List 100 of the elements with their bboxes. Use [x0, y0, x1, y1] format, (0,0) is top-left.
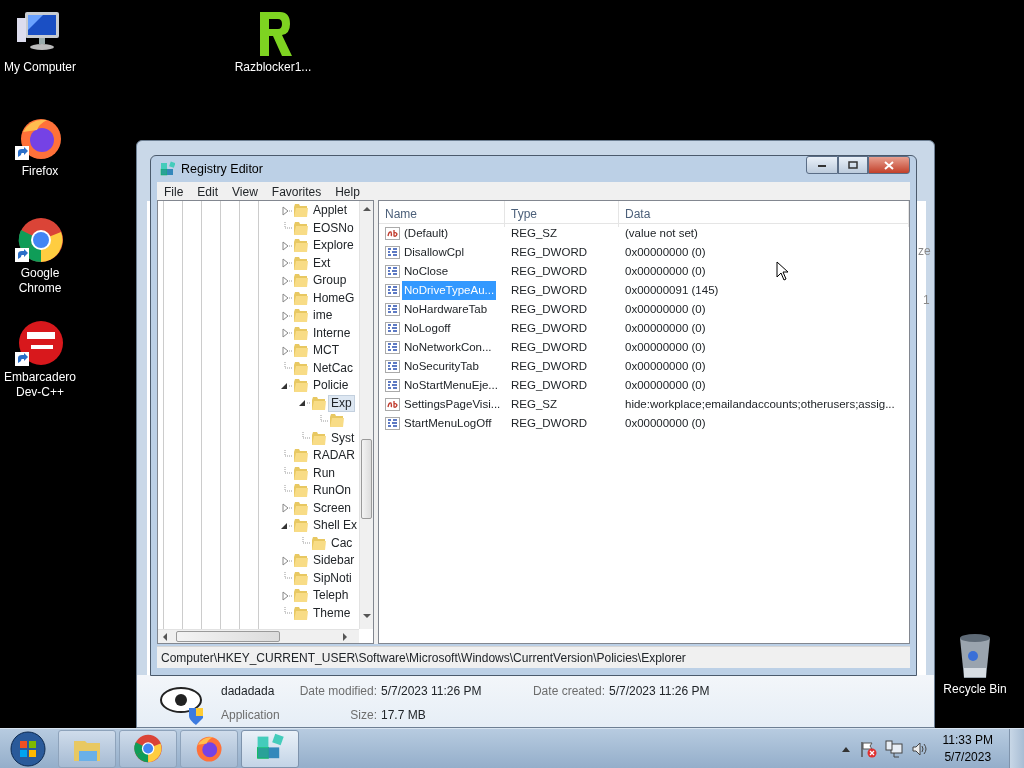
value-name[interactable]: (Default): [402, 224, 451, 244]
scrollbar[interactable]: [158, 629, 359, 643]
icon-label[interactable]: My Computer: [4, 60, 76, 75]
minimize-button[interactable]: [806, 156, 838, 174]
minimize-icon: [817, 162, 827, 168]
tree-item[interactable]: HomeG: [311, 290, 357, 306]
network-icon[interactable]: [884, 739, 903, 758]
tree-item[interactable]: Interne: [311, 325, 353, 341]
scroll-down-icon[interactable]: [363, 613, 371, 619]
folder-icon[interactable]: [293, 325, 309, 341]
icon-label[interactable]: Embarcadero Dev-C++: [0, 370, 80, 400]
value-name[interactable]: NoHardwareTab: [402, 300, 490, 320]
icon-label[interactable]: Recycle Bin: [943, 682, 1007, 697]
folder-icon[interactable]: [293, 255, 309, 271]
expand-icon[interactable]: [280, 257, 292, 270]
folder-icon[interactable]: [293, 343, 309, 359]
value-name[interactable]: SettingsPageVisi...: [402, 395, 503, 415]
menu-item[interactable]: View: [225, 182, 265, 200]
folder-icon[interactable]: [293, 483, 309, 499]
icon-label[interactable]: Firefox: [21, 164, 59, 179]
folder-icon[interactable]: [293, 448, 309, 464]
binary-value-icon: [385, 359, 400, 375]
maximize-button[interactable]: [838, 156, 868, 174]
expand-icon[interactable]: [280, 344, 292, 357]
expand-icon[interactable]: [280, 589, 292, 602]
tree-item[interactable]: RunOn: [311, 483, 354, 499]
tree-item[interactable]: Shell Ex: [311, 518, 359, 534]
start-button[interactable]: [8, 728, 48, 768]
scroll-up-icon[interactable]: [363, 206, 371, 212]
expand-icon[interactable]: [280, 274, 292, 287]
value-name[interactable]: StartMenuLogOff: [402, 414, 494, 434]
folder-icon[interactable]: [293, 605, 309, 621]
tree-item[interactable]: EOSNo: [311, 220, 356, 236]
folder-icon[interactable]: [293, 203, 309, 219]
tree-item[interactable]: Group: [311, 273, 349, 289]
maximize-icon: [848, 161, 858, 169]
expand-icon[interactable]: [280, 204, 292, 217]
folder-icon[interactable]: [293, 220, 309, 236]
close-button[interactable]: [868, 156, 910, 174]
expand-icon[interactable]: [280, 554, 292, 567]
menu-item[interactable]: Favorites: [264, 182, 329, 200]
flag-icon[interactable]: [858, 739, 877, 758]
tree-item[interactable]: Cac: [329, 535, 355, 551]
tree-item[interactable]: Ext: [311, 255, 333, 271]
taskbar-button[interactable]: [180, 729, 238, 768]
tree-item[interactable]: NetCac: [311, 360, 355, 376]
tree-item[interactable]: Screen: [311, 500, 354, 516]
folder-icon[interactable]: [293, 290, 309, 306]
taskbar-button[interactable]: [58, 729, 116, 768]
folder-icon[interactable]: [293, 465, 309, 481]
show-desktop-button[interactable]: [1009, 728, 1024, 768]
value-name[interactable]: DisallowCpl: [402, 243, 467, 263]
folder-icon[interactable]: [293, 308, 309, 324]
tree-item[interactable]: Applet: [311, 203, 350, 219]
tree-item[interactable]: RADAR: [311, 448, 357, 464]
folder-icon[interactable]: [311, 535, 327, 551]
tree-item[interactable]: SipNoti: [311, 570, 354, 586]
folder-icon[interactable]: [293, 588, 309, 604]
scroll-right-icon[interactable]: [342, 633, 348, 641]
value-name[interactable]: NoStartMenuEje...: [402, 376, 500, 396]
tree-item[interactable]: MCT: [311, 343, 341, 359]
column-header[interactable]: Data: [619, 201, 909, 227]
tree-item[interactable]: Sidebar: [311, 553, 357, 569]
folder-icon[interactable]: [293, 570, 309, 586]
value-name[interactable]: NoClose: [402, 262, 451, 282]
folder-icon[interactable]: [311, 430, 327, 446]
tree-item[interactable]: ime: [311, 308, 335, 324]
menu-item[interactable]: Help: [328, 182, 367, 200]
expand-icon[interactable]: [280, 239, 292, 252]
value-name[interactable]: NoLogoff: [402, 319, 453, 339]
tree-item[interactable]: Teleph: [311, 588, 351, 604]
scrollbar[interactable]: [359, 201, 373, 629]
icon-label[interactable]: Razblocker1...: [234, 60, 312, 75]
value-name[interactable]: NoNetworkCon...: [402, 338, 494, 358]
folder-icon[interactable]: [293, 273, 309, 289]
folder-icon[interactable]: [293, 238, 309, 254]
expand-icon[interactable]: [280, 502, 292, 515]
menu-item[interactable]: Edit: [190, 182, 226, 200]
tree-item[interactable]: Explore: [311, 238, 356, 254]
tree-item[interactable]: Syst: [329, 430, 357, 446]
value-type: REG_DWORD: [511, 264, 588, 279]
folder-icon[interactable]: [293, 553, 309, 569]
scroll-thumb[interactable]: [361, 439, 372, 519]
expand-icon[interactable]: [280, 327, 292, 340]
tree-item[interactable]: Theme: [311, 605, 353, 621]
menu-item[interactable]: File: [157, 182, 191, 200]
folder-icon[interactable]: [329, 413, 345, 429]
scroll-thumb[interactable]: [176, 631, 280, 642]
clock[interactable]: 11:33 PM 5/7/2023: [942, 731, 993, 766]
icon-label[interactable]: Google Chrome: [0, 266, 80, 296]
tree-item[interactable]: Policie: [311, 378, 351, 394]
tree-item[interactable]: Exp: [329, 395, 354, 411]
expand-icon[interactable]: [280, 292, 292, 305]
expand-icon[interactable]: [280, 309, 292, 322]
taskbar-button[interactable]: [119, 729, 177, 768]
taskbar-button[interactable]: [241, 729, 299, 768]
tree-item[interactable]: Run: [311, 465, 337, 481]
column-header[interactable]: Type: [505, 201, 619, 227]
scroll-left-icon[interactable]: [162, 633, 168, 641]
value-name[interactable]: NoSecurityTab: [402, 357, 481, 377]
